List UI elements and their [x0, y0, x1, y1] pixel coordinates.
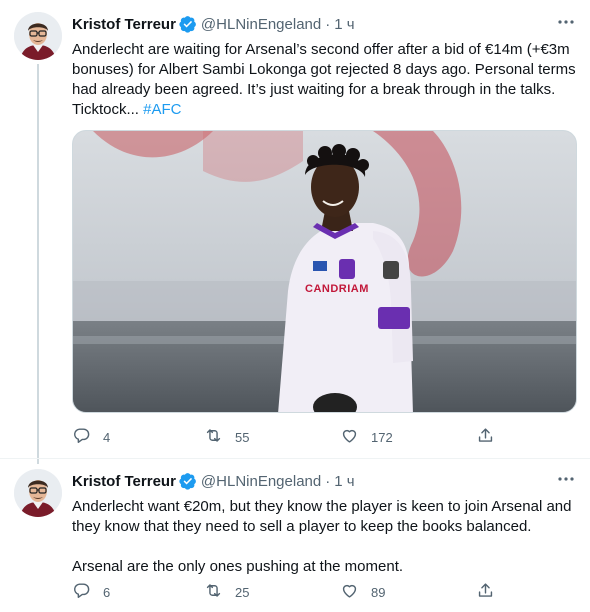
tweet[interactable]: Kristof Terreur @HLNinEngeland · 1 ч And… — [0, 458, 590, 612]
retweet-icon — [204, 581, 223, 603]
retweet-count: 25 — [235, 584, 250, 600]
avatar[interactable] — [14, 12, 62, 60]
share-icon — [476, 581, 495, 603]
tweet-text: Anderlecht are waiting for Arsenal’s sec… — [72, 40, 582, 120]
like-button[interactable]: 89 — [340, 581, 385, 603]
author-handle[interactable]: @HLNinEngeland — [201, 473, 321, 490]
more-dots-icon[interactable] — [556, 469, 576, 489]
share-icon — [476, 426, 495, 448]
tweet-header: Kristof Terreur @HLNinEngeland · 1 ч — [72, 14, 355, 34]
separator-dot: · — [325, 472, 331, 490]
verified-badge-icon — [179, 15, 197, 33]
reply-icon — [72, 426, 91, 448]
jersey-sponsor-text: CANDRIAM — [305, 283, 369, 295]
verified-badge-icon — [179, 472, 197, 490]
reply-button[interactable]: 6 — [72, 581, 110, 603]
reply-icon — [72, 581, 91, 603]
tweet-actions: 6 25 89 — [72, 581, 502, 603]
tweet-paragraph: Anderlecht want €20m, but they know the … — [72, 498, 572, 535]
reply-button[interactable]: 4 — [72, 426, 110, 448]
like-icon — [340, 426, 359, 448]
share-button[interactable] — [476, 581, 495, 603]
author-name[interactable]: Kristof Terreur — [72, 473, 176, 490]
like-count: 89 — [371, 584, 386, 600]
tweet[interactable]: Kristof Terreur @HLNinEngeland · 1 ч And… — [0, 0, 590, 464]
retweet-button[interactable]: 25 — [204, 581, 249, 603]
timestamp[interactable]: 1 ч — [334, 16, 354, 33]
retweet-count: 55 — [235, 429, 250, 445]
tweet-photo[interactable]: CANDRIAM — [72, 130, 577, 413]
author-name[interactable]: Kristof Terreur — [72, 16, 176, 33]
reply-count: 4 — [103, 429, 111, 445]
thread-connector-line — [37, 64, 39, 464]
avatar[interactable] — [14, 469, 62, 517]
retweet-icon — [204, 426, 223, 448]
more-dots-icon[interactable] — [556, 12, 576, 32]
tweet-header: Kristof Terreur @HLNinEngeland · 1 ч — [72, 471, 355, 491]
retweet-button[interactable]: 55 — [204, 426, 249, 448]
tweet-actions: 4 55 172 — [72, 426, 502, 448]
like-icon — [340, 581, 359, 603]
like-count: 172 — [371, 429, 393, 445]
like-button[interactable]: 172 — [340, 426, 393, 448]
timestamp[interactable]: 1 ч — [334, 473, 354, 490]
share-button[interactable] — [476, 426, 495, 448]
tweet-paragraph: Arsenal are the only ones pushing at the… — [72, 558, 404, 575]
separator-dot: · — [325, 15, 331, 33]
tweet-text: Anderlecht want €20m, but they know the … — [72, 497, 582, 577]
author-handle[interactable]: @HLNinEngeland — [201, 16, 321, 33]
hashtag-link[interactable]: #AFC — [143, 101, 181, 118]
reply-count: 6 — [103, 584, 111, 600]
